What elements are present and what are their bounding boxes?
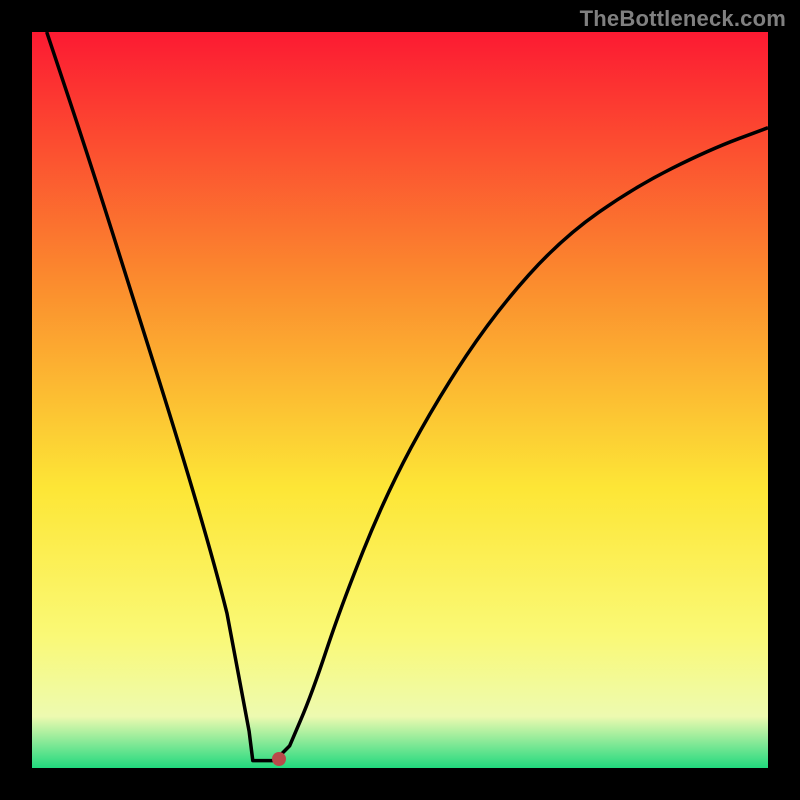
bottleneck-curve (32, 32, 768, 768)
optimum-marker-icon (272, 752, 286, 766)
watermark-text: TheBottleneck.com (580, 6, 786, 32)
chart-frame (32, 32, 768, 768)
curve-path (47, 32, 768, 761)
